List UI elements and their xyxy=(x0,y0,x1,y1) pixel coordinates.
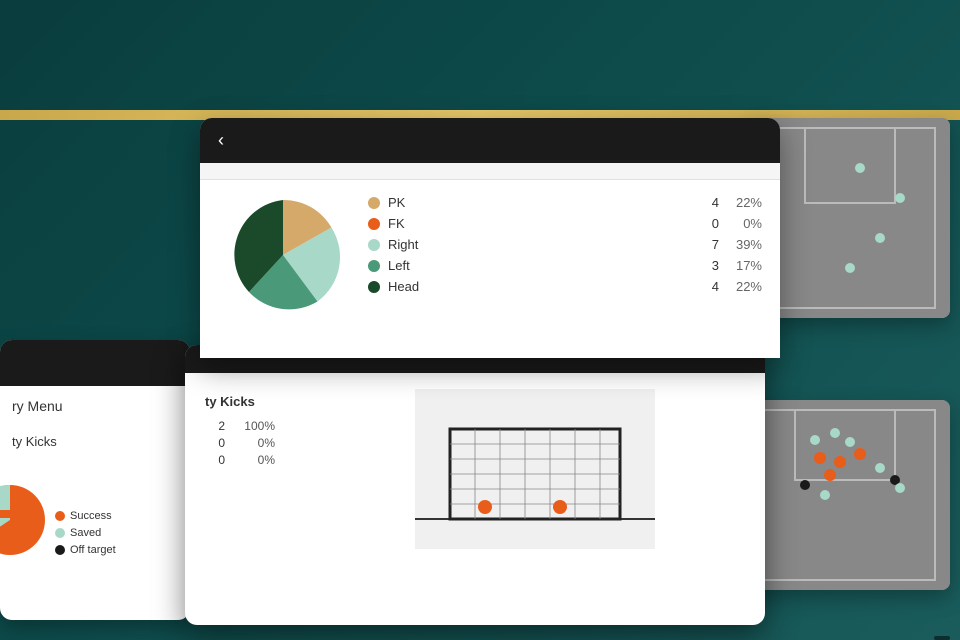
stats-pct-2: 0% xyxy=(235,436,275,450)
legend-item-pk: PK 4 22% xyxy=(368,195,762,210)
field-card-bottom xyxy=(740,400,950,590)
legend-item-left: Left 3 17% xyxy=(368,258,762,273)
fk-dot xyxy=(368,218,380,230)
head-label: Head xyxy=(388,279,691,294)
field-svg-top xyxy=(750,118,950,318)
stats-row-3: 0 0% xyxy=(205,453,305,467)
right-label: Right xyxy=(388,237,691,252)
left-partial-card: ry Menu ty Kicks Success Saved Off targe… xyxy=(0,340,190,620)
stats-pct-3: 0% xyxy=(235,453,275,467)
left-dot xyxy=(368,260,380,272)
goal-frame xyxy=(415,389,655,549)
stats-table: 2 100% 0 0% 0 0% xyxy=(205,419,305,467)
field-inner-top xyxy=(750,118,950,318)
stats-row-1: 2 100% xyxy=(205,419,305,433)
pk-count: 4 xyxy=(699,195,719,210)
stats-header: ty Kicks xyxy=(205,394,305,409)
left-partial-header xyxy=(0,340,190,386)
field-card-top xyxy=(750,118,950,318)
goal-visualization xyxy=(325,389,745,549)
partial-legend: Success Saved Off target xyxy=(55,510,116,556)
head-dot xyxy=(368,281,380,293)
saved-label: Saved xyxy=(70,527,101,539)
legend-item-right: Right 7 39% xyxy=(368,237,762,252)
partial-pie xyxy=(0,480,50,560)
off-target-label: Off target xyxy=(70,544,116,556)
pk-label: PK xyxy=(388,195,691,210)
player-card-bottom: ty Kicks 2 100% 0 0% 0 0% xyxy=(185,345,765,625)
head-count: 4 xyxy=(699,279,719,294)
stats-num-2: 0 xyxy=(205,436,225,450)
player-card-bottom-body: ty Kicks 2 100% 0 0% 0 0% xyxy=(185,373,765,565)
right-pct: 39% xyxy=(727,237,762,252)
stats-pct-1: 100% xyxy=(235,419,275,433)
success-label: Success xyxy=(70,510,112,522)
details-header xyxy=(200,163,780,180)
left-partial-section: ty Kicks xyxy=(0,426,190,457)
stats-column: ty Kicks 2 100% 0 0% 0 0% xyxy=(205,389,305,470)
legend: PK 4 22% FK 0 0% Right 7 39% Left 3 17% xyxy=(368,190,762,320)
legend-item-head: Head 4 22% xyxy=(368,279,762,294)
pk-pct: 22% xyxy=(727,195,762,210)
legend-item-fk: FK 0 0% xyxy=(368,216,762,231)
nities-badge xyxy=(0,510,16,518)
card-body: PK 4 22% FK 0 0% Right 7 39% Left 3 17% xyxy=(200,180,780,330)
fk-label: FK xyxy=(388,216,691,231)
left-pct: 17% xyxy=(727,258,762,273)
stats-row-2: 0 0% xyxy=(205,436,305,450)
goal-svg xyxy=(415,389,655,549)
pk-dot xyxy=(368,197,380,209)
chevron-left-icon: ‹ xyxy=(218,130,224,151)
main-card-top: ‹ xyxy=(200,118,780,358)
right-dot xyxy=(368,239,380,251)
card-header: ‹ xyxy=(200,118,780,163)
stats-num-3: 0 xyxy=(205,453,225,467)
stats-num-1: 2 xyxy=(205,419,225,433)
left-label: Left xyxy=(388,258,691,273)
left-count: 3 xyxy=(699,258,719,273)
back-button[interactable]: ‹ xyxy=(218,130,230,151)
right-count: 7 xyxy=(699,237,719,252)
fk-pct: 0% xyxy=(727,216,762,231)
fk-count: 0 xyxy=(699,216,719,231)
left-partial-menu: ry Menu xyxy=(0,386,190,426)
head-pct: 22% xyxy=(727,279,762,294)
pie-chart xyxy=(218,190,348,320)
field-svg-bottom xyxy=(740,400,950,590)
match-label xyxy=(934,636,950,640)
